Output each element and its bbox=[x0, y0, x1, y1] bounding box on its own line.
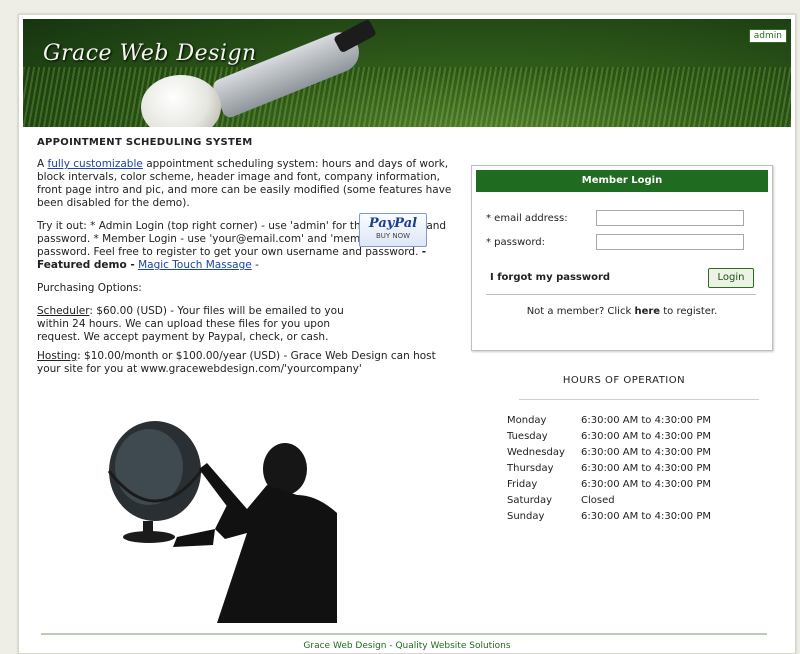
login-divider bbox=[486, 294, 756, 295]
paypal-logo: PayPal bbox=[368, 216, 418, 231]
register-link[interactable]: here bbox=[634, 306, 660, 317]
businessman-globe-image bbox=[107, 421, 337, 623]
hours-time: 6:30:00 AM to 4:30:00 PM bbox=[581, 447, 711, 458]
email-row: * email address: bbox=[486, 210, 744, 226]
purchasing-heading: Purchasing Options: bbox=[37, 282, 142, 294]
footer-divider bbox=[41, 633, 767, 635]
hours-day: Sunday bbox=[507, 511, 545, 522]
page-container: Grace Web Design admin APPOINTMENT SCHED… bbox=[18, 14, 796, 654]
hours-row: Monday 6:30:00 AM to 4:30:00 PM bbox=[507, 413, 757, 429]
intro-paragraph: A fully customizable appointment schedul… bbox=[37, 158, 457, 210]
globe-highlight bbox=[115, 429, 183, 505]
club-shaft-graphic bbox=[323, 19, 463, 22]
footer-text: Grace Web Design - Quality Website Solut… bbox=[303, 641, 511, 651]
man-raised-arm bbox=[199, 463, 247, 517]
password-field[interactable] bbox=[596, 234, 744, 250]
hours-day: Tuesday bbox=[507, 431, 548, 442]
grass-texture bbox=[23, 67, 791, 127]
hours-time: Closed bbox=[581, 495, 615, 506]
featured-suffix: - bbox=[255, 259, 259, 271]
hours-day: Saturday bbox=[507, 495, 553, 506]
email-label: * email address: bbox=[486, 213, 568, 224]
hours-day: Thursday bbox=[507, 463, 554, 474]
paypal-buy-now-label: BUY NOW bbox=[375, 232, 411, 240]
password-row: * password: bbox=[486, 234, 744, 250]
hours-time: 6:30:00 AM to 4:30:00 PM bbox=[581, 511, 711, 522]
hours-time: 6:30:00 AM to 4:30:00 PM bbox=[581, 415, 711, 426]
hours-row: Wednesday 6:30:00 AM to 4:30:00 PM bbox=[507, 445, 757, 461]
hours-time: 6:30:00 AM to 4:30:00 PM bbox=[581, 463, 711, 474]
member-login-panel: Member Login * email address: * password… bbox=[471, 165, 773, 351]
register-prompt: Not a member? Click here to register. bbox=[472, 306, 772, 317]
hours-row: Thursday 6:30:00 AM to 4:30:00 PM bbox=[507, 461, 757, 477]
register-prefix: Not a member? Click bbox=[526, 306, 632, 317]
intro-section: APPOINTMENT SCHEDULING SYSTEM A fully cu… bbox=[37, 137, 457, 386]
site-title: Grace Web Design bbox=[43, 41, 257, 66]
register-suffix: to register. bbox=[663, 306, 718, 317]
featured-demo-link[interactable]: Magic Touch Massage bbox=[138, 259, 252, 271]
globe-base bbox=[123, 531, 175, 543]
forgot-password-link[interactable]: I forgot my password bbox=[490, 272, 610, 283]
hours-day: Monday bbox=[507, 415, 547, 426]
customizable-link[interactable]: fully customizable bbox=[48, 158, 143, 170]
hosting-paragraph: Hosting: $10.00/month or $100.00/year (U… bbox=[37, 350, 457, 376]
scheduler-label: Scheduler bbox=[37, 305, 90, 317]
hours-day: Friday bbox=[507, 479, 538, 490]
paypal-buy-now-button[interactable]: PayPal BUY NOW bbox=[359, 213, 427, 247]
hosting-text: : $10.00/month or $100.00/year (USD) - G… bbox=[37, 350, 436, 375]
hours-table: Monday 6:30:00 AM to 4:30:00 PM Tuesday 6:3… bbox=[507, 413, 757, 525]
hours-day: Wednesday bbox=[507, 447, 565, 458]
hours-title: HOURS OF OPERATION bbox=[562, 375, 686, 386]
hours-row: Tuesday 6:30:00 AM to 4:30:00 PM bbox=[507, 429, 757, 445]
hours-time: 6:30:00 AM to 4:30:00 PM bbox=[581, 479, 711, 490]
hours-time: 6:30:00 AM to 4:30:00 PM bbox=[581, 431, 711, 442]
scheduler-paragraph: Scheduler: $60.00 (USD) - Your files wil… bbox=[37, 305, 367, 344]
page-heading: APPOINTMENT SCHEDULING SYSTEM bbox=[37, 137, 253, 148]
hours-row: Sunday 6:30:00 AM to 4:30:00 PM bbox=[507, 509, 757, 525]
man-arm bbox=[173, 529, 215, 547]
hours-row: Friday 6:30:00 AM to 4:30:00 PM bbox=[507, 477, 757, 493]
member-login-title: Member Login bbox=[476, 170, 768, 192]
hosting-label: Hosting bbox=[37, 350, 78, 362]
email-field[interactable] bbox=[596, 210, 744, 226]
hours-row: Saturday Closed bbox=[507, 493, 757, 509]
admin-login-link[interactable]: admin bbox=[748, 29, 787, 43]
hours-divider bbox=[519, 399, 759, 400]
intro-prefix: A bbox=[37, 158, 45, 170]
login-button[interactable]: Login bbox=[708, 268, 754, 288]
password-label: * password: bbox=[486, 237, 546, 248]
header-banner: Grace Web Design admin bbox=[23, 19, 791, 127]
